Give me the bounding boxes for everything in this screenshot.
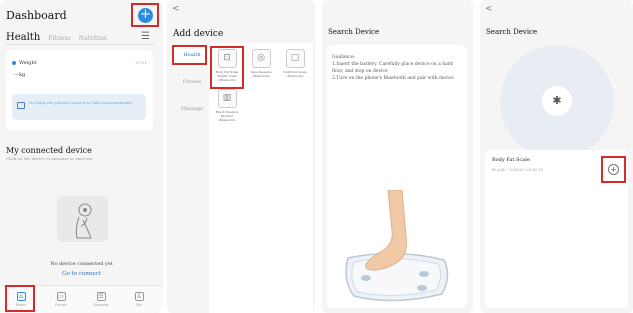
back-button[interactable]: < bbox=[485, 4, 493, 14]
device-blood-pressure-monitor[interactable]: ▥ Blood Pressure Monitor (Bluetooth) bbox=[212, 89, 242, 122]
highlight-home-nav bbox=[5, 285, 35, 312]
guidance-card: Guidance: 1.Insert the battery. Carefull… bbox=[327, 45, 467, 308]
weight-dot-icon bbox=[12, 60, 16, 65]
menu-icon[interactable]: ☰ bbox=[141, 32, 152, 42]
nav-me[interactable]: ♙ Me bbox=[124, 292, 154, 307]
weight-row: Weight bbox=[12, 60, 37, 66]
add-device-panel: < Add device Health Fitness Massage ⊡ Bo… bbox=[167, 0, 315, 313]
device-label: Tape Measure (Bluetooth) bbox=[250, 70, 272, 78]
highlight-body-fat-scale bbox=[210, 46, 244, 89]
weight-value: -- kg bbox=[14, 72, 26, 78]
nav-device-label: Device bbox=[54, 303, 67, 307]
me-icon: ♙ bbox=[134, 292, 144, 301]
empty-state-illustration bbox=[57, 196, 108, 242]
tabs-divider bbox=[6, 44, 154, 45]
found-device-address: Bt Addr: C8:B4:6C:2D:E6:1E bbox=[492, 168, 544, 172]
go-to-connect-link[interactable]: Go to connect bbox=[0, 271, 163, 277]
weight-date: 07/11 bbox=[135, 60, 147, 65]
scanning-radar: ✱ bbox=[500, 45, 614, 159]
category-fitness[interactable]: Fitness bbox=[173, 72, 211, 94]
search-guidance-panel: Search Device Guidance: 1.Insert the bat… bbox=[322, 0, 473, 313]
highlight-health-category bbox=[172, 45, 207, 65]
bluetooth-icon: ✱ bbox=[542, 86, 572, 116]
nav-device[interactable]: ▭ Device bbox=[46, 292, 76, 307]
guidance-text: Guidance: 1.Insert the battery. Carefull… bbox=[332, 55, 454, 81]
device-label: Blood Pressure Monitor (Bluetooth) bbox=[215, 110, 239, 122]
weight-card[interactable]: Weight 07/11 -- kg No data yet, please c… bbox=[6, 50, 153, 130]
page-title: Search Device bbox=[328, 28, 380, 36]
nav-me-label: Me bbox=[136, 303, 142, 307]
no-data-notice[interactable]: No data yet, please connect to take meas… bbox=[12, 94, 146, 120]
weight-label: Weight bbox=[19, 60, 37, 66]
device-icon: ▭ bbox=[56, 292, 66, 301]
discover-icon: ☰ bbox=[96, 292, 106, 301]
no-device-text: No device connected yet bbox=[50, 261, 113, 267]
device-tape-measure[interactable]: ◎ Tape Measure (Bluetooth) bbox=[246, 49, 276, 78]
scale-icon bbox=[17, 102, 25, 109]
dashboard-panel: Dashboard + Health Fitness Nutrition ☰ W… bbox=[0, 0, 163, 313]
device-label: Nutrition Scale (Bluetooth) bbox=[283, 70, 307, 78]
nav-discover[interactable]: ☰ Discover bbox=[86, 292, 116, 307]
device-nutrition-scale[interactable]: ▢ Nutrition Scale (Bluetooth) bbox=[280, 49, 310, 78]
page-title: Dashboard bbox=[6, 9, 67, 22]
connected-device-title: My connected device bbox=[6, 146, 92, 155]
highlight-add-button bbox=[131, 3, 159, 27]
page-title: Add device bbox=[173, 29, 224, 39]
connected-device-subtitle: Click on the device to measure or exerci… bbox=[6, 156, 93, 161]
step-on-scale-illustration bbox=[345, 190, 449, 302]
tab-nutrition[interactable]: Nutrition bbox=[79, 35, 107, 42]
nutrition-scale-icon: ▢ bbox=[285, 49, 305, 68]
category-massage[interactable]: Massage bbox=[173, 99, 211, 121]
nav-discover-label: Discover bbox=[93, 303, 109, 307]
category-tabs: Health Fitness Nutrition bbox=[6, 32, 107, 43]
search-result-panel: < Search Device ✱ Body Fat Scale Bt Addr… bbox=[480, 0, 633, 313]
thinking-person-icon bbox=[75, 203, 92, 239]
page-title: Search Device bbox=[486, 28, 538, 36]
tab-fitness[interactable]: Fitness bbox=[48, 35, 70, 42]
back-button[interactable]: < bbox=[172, 4, 180, 14]
found-device-name: Body Fat Scale bbox=[492, 157, 530, 163]
highlight-add-found-device bbox=[601, 156, 626, 183]
blood-pressure-monitor-icon: ▥ bbox=[217, 89, 237, 108]
tab-health[interactable]: Health bbox=[6, 32, 40, 43]
tape-measure-icon: ◎ bbox=[251, 49, 271, 68]
notice-text: No data yet, please connect to take meas… bbox=[29, 100, 132, 105]
